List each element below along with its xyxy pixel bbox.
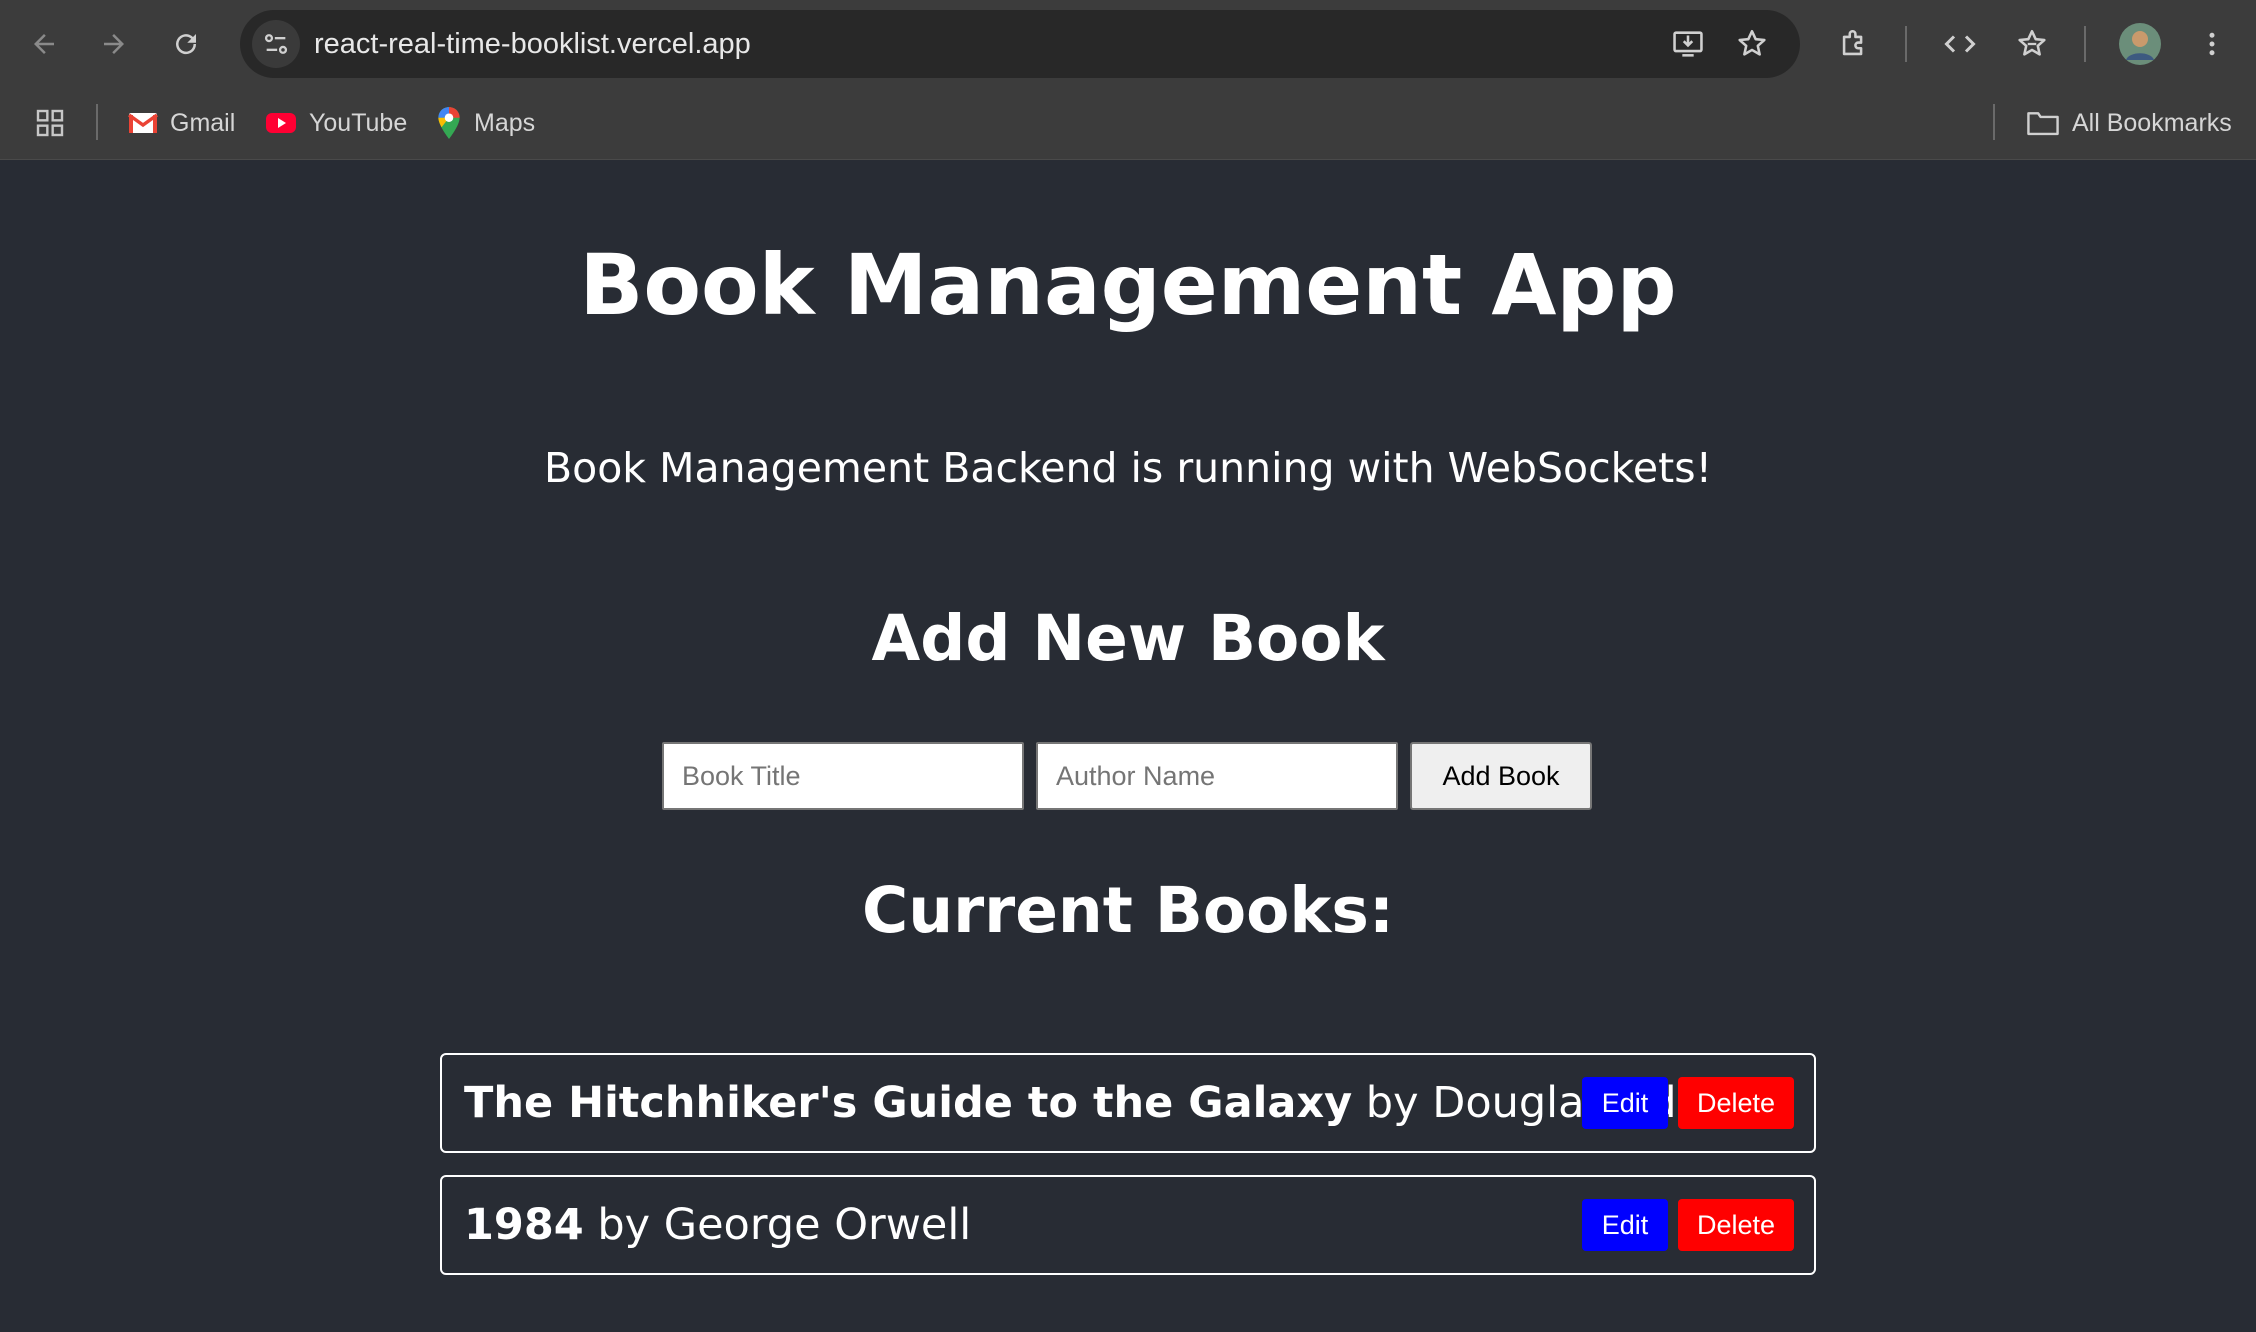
book-actions: Edit Delete xyxy=(1582,1077,1794,1129)
bookmark-label: YouTube xyxy=(309,108,408,137)
all-bookmarks[interactable]: All Bookmarks xyxy=(2026,100,2232,146)
toolbar-divider xyxy=(2084,26,2086,62)
book-entry-text: 1984 by George Orwell xyxy=(464,1177,971,1273)
book-list-item: The Hitchhiker's Guide to the Galaxy by … xyxy=(440,1053,1816,1153)
backend-status-message: Book Management Backend is running with … xyxy=(544,444,1712,492)
delete-book-button[interactable]: Delete xyxy=(1678,1077,1794,1129)
folder-icon xyxy=(2026,109,2060,137)
book-title: The Hitchhiker's Guide to the Galaxy xyxy=(464,1078,1353,1128)
book-list-item: 1984 by George Orwell Edit Delete xyxy=(440,1175,1816,1275)
youtube-icon xyxy=(265,111,297,135)
url-text[interactable]: react-real-time-booklist.vercel.app xyxy=(314,10,751,78)
more-menu-icon[interactable] xyxy=(2184,16,2240,72)
book-list: The Hitchhiker's Guide to the Galaxy by … xyxy=(440,1053,1816,1297)
delete-book-button[interactable]: Delete xyxy=(1678,1199,1794,1251)
bookmark-star-icon[interactable] xyxy=(1728,20,1776,68)
code-icon[interactable] xyxy=(1932,16,1988,72)
apps-grid-icon[interactable] xyxy=(34,100,66,146)
extensions-icon[interactable] xyxy=(1826,16,1882,72)
book-actions: Edit Delete xyxy=(1582,1199,1794,1251)
all-bookmarks-label: All Bookmarks xyxy=(2072,108,2232,137)
back-arrow-icon[interactable] xyxy=(16,16,72,72)
bookmark-youtube[interactable]: YouTube xyxy=(265,100,407,146)
bookmark-label: Gmail xyxy=(170,108,236,137)
add-book-button[interactable]: Add Book xyxy=(1410,742,1592,810)
current-books-heading: Current Books: xyxy=(861,874,1395,947)
browser-toolbar: react-real-time-booklist.vercel.app xyxy=(0,0,2256,88)
gmail-icon xyxy=(128,111,158,135)
bookmarks-divider xyxy=(1993,104,1995,140)
toolbar-divider xyxy=(1905,26,1907,62)
address-bar[interactable]: react-real-time-booklist.vercel.app xyxy=(240,10,1800,78)
page-title: Book Management App xyxy=(579,236,1677,334)
edit-book-button[interactable]: Edit xyxy=(1582,1077,1668,1129)
bookmark-gmail[interactable]: Gmail xyxy=(128,100,235,146)
book-title-input[interactable] xyxy=(662,742,1024,810)
edit-book-button[interactable]: Edit xyxy=(1582,1199,1668,1251)
book-entry-text: The Hitchhiker's Guide to the Galaxy by … xyxy=(464,1055,1767,1151)
book-title: 1984 xyxy=(464,1200,584,1250)
bookmarks-divider xyxy=(96,104,98,140)
install-app-icon[interactable] xyxy=(1664,20,1712,68)
maps-icon xyxy=(436,106,462,140)
forward-arrow-icon[interactable] xyxy=(86,16,142,72)
book-author: by George Orwell xyxy=(583,1200,972,1250)
bookmarks-bar: Gmail YouTube Maps All Bookmarks xyxy=(0,88,2256,160)
bookmark-maps[interactable]: Maps xyxy=(436,100,535,146)
bookmark-label: Maps xyxy=(474,108,536,137)
page-content: Book Management App Book Management Back… xyxy=(0,160,2256,1332)
reading-list-icon[interactable] xyxy=(2004,16,2060,72)
site-info-icon[interactable] xyxy=(252,20,300,68)
reload-icon[interactable] xyxy=(158,16,214,72)
add-book-heading: Add New Book xyxy=(871,602,1385,675)
author-name-input[interactable] xyxy=(1036,742,1398,810)
add-book-form: Add Book xyxy=(662,742,1592,810)
profile-avatar[interactable] xyxy=(2112,16,2168,72)
